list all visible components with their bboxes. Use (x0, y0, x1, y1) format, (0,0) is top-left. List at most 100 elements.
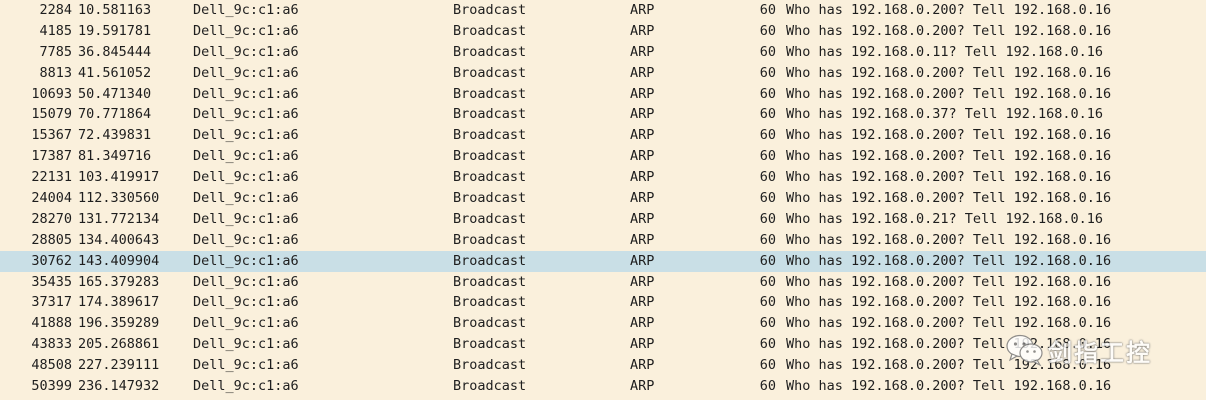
packet-length: 60 (759, 127, 776, 144)
packet-length: 60 (759, 85, 776, 102)
packet-info: Who has 192.168.0.200? Tell 192.168.0.16 (786, 169, 1112, 186)
packet-row[interactable]: 10693 50.471340 Dell_9c:c1:a6 Broadcast … (0, 84, 1206, 105)
packet-destination: Broadcast (453, 127, 527, 144)
packet-number: 4185 (39, 22, 72, 39)
packet-number: 37317 (31, 294, 72, 311)
packet-source: Dell_9c:c1:a6 (193, 378, 299, 395)
packet-source: Dell_9c:c1:a6 (193, 252, 299, 269)
packet-row[interactable]: 15079 70.771864 Dell_9c:c1:a6 Broadcast … (0, 104, 1206, 125)
packet-time: 196.359289 (78, 315, 160, 332)
packet-time: 174.389617 (78, 294, 160, 311)
packet-source: Dell_9c:c1:a6 (193, 85, 299, 102)
packet-protocol: ARP (630, 127, 655, 144)
packet-destination: Broadcast (453, 43, 527, 60)
packet-length: 60 (759, 378, 776, 395)
packet-number: 8813 (39, 64, 72, 81)
packet-source: Dell_9c:c1:a6 (193, 64, 299, 81)
packet-time: 236.147932 (78, 378, 160, 395)
packet-destination: Broadcast (453, 169, 527, 186)
packet-destination: Broadcast (453, 85, 527, 102)
packet-protocol: ARP (630, 273, 655, 290)
packet-time: 72.439831 (78, 127, 152, 144)
packet-row[interactable]: 2284 10.581163 Dell_9c:c1:a6 Broadcast A… (0, 0, 1206, 21)
packet-protocol: ARP (630, 64, 655, 81)
packet-destination: Broadcast (453, 294, 527, 311)
packet-row[interactable]: 35435 165.379283 Dell_9c:c1:a6 Broadcast… (0, 272, 1206, 293)
packet-protocol: ARP (630, 106, 655, 123)
packet-row[interactable]: 7785 36.845444 Dell_9c:c1:a6 Broadcast A… (0, 42, 1206, 63)
packet-protocol: ARP (630, 231, 655, 248)
packet-number: 17387 (31, 148, 72, 165)
packet-row[interactable]: 8813 41.561052 Dell_9c:c1:a6 Broadcast A… (0, 63, 1206, 84)
packet-number: 30762 (31, 252, 72, 269)
packet-protocol: ARP (630, 315, 655, 332)
wechat-icon (1006, 334, 1043, 367)
packet-number: 48508 (31, 357, 72, 374)
packet-number: 28805 (31, 231, 72, 248)
packet-source: Dell_9c:c1:a6 (193, 106, 299, 123)
packet-source: Dell_9c:c1:a6 (193, 357, 299, 374)
packet-source: Dell_9c:c1:a6 (193, 22, 299, 39)
packet-time: 143.409904 (78, 252, 160, 269)
packet-number: 24004 (31, 190, 72, 207)
packet-info: Who has 192.168.0.200? Tell 192.168.0.16 (786, 378, 1112, 395)
packet-protocol: ARP (630, 169, 655, 186)
packet-row[interactable]: 24004 112.330560 Dell_9c:c1:a6 Broadcast… (0, 188, 1206, 209)
packet-destination: Broadcast (453, 106, 527, 123)
packet-length: 60 (759, 315, 776, 332)
packet-time: 205.268861 (78, 336, 160, 353)
packet-source: Dell_9c:c1:a6 (193, 294, 299, 311)
packet-number: 7785 (39, 43, 72, 60)
packet-number: 2284 (39, 2, 72, 18)
packet-length: 60 (759, 190, 776, 207)
packet-number: 22131 (31, 169, 72, 186)
packet-source: Dell_9c:c1:a6 (193, 190, 299, 207)
packet-length: 60 (759, 336, 776, 353)
packet-row[interactable]: 15367 72.439831 Dell_9c:c1:a6 Broadcast … (0, 125, 1206, 146)
packet-time: 112.330560 (78, 190, 160, 207)
packet-info: Who has 192.168.0.200? Tell 192.168.0.16 (786, 2, 1112, 18)
packet-destination: Broadcast (453, 22, 527, 39)
packet-row[interactable]: 37317 174.389617 Dell_9c:c1:a6 Broadcast… (0, 292, 1206, 313)
packet-time: 50.471340 (78, 85, 152, 102)
packet-source: Dell_9c:c1:a6 (193, 315, 299, 332)
packet-number: 43833 (31, 336, 72, 353)
packet-info: Who has 192.168.0.200? Tell 192.168.0.16 (786, 85, 1112, 102)
packet-row-selected[interactable]: 30762 143.409904 Dell_9c:c1:a6 Broadcast… (0, 250, 1206, 272)
packet-row[interactable]: 50399 236.147932 Dell_9c:c1:a6 Broadcast… (0, 376, 1206, 397)
packet-source: Dell_9c:c1:a6 (193, 148, 299, 165)
packet-length: 60 (759, 252, 776, 269)
packet-row[interactable]: 17387 81.349716 Dell_9c:c1:a6 Broadcast … (0, 146, 1206, 167)
packet-info: Who has 192.168.0.200? Tell 192.168.0.16 (786, 252, 1112, 269)
packet-protocol: ARP (630, 210, 655, 227)
packet-destination: Broadcast (453, 210, 527, 227)
packet-time: 134.400643 (78, 231, 160, 248)
packet-destination: Broadcast (453, 64, 527, 81)
packet-length: 60 (759, 273, 776, 290)
packet-protocol: ARP (630, 378, 655, 395)
packet-source: Dell_9c:c1:a6 (193, 127, 299, 144)
packet-row[interactable]: 28805 134.400643 Dell_9c:c1:a6 Broadcast… (0, 230, 1206, 251)
packet-destination: Broadcast (453, 315, 527, 332)
packet-destination: Broadcast (453, 273, 527, 290)
packet-row[interactable]: 28270 131.772134 Dell_9c:c1:a6 Broadcast… (0, 209, 1206, 230)
packet-row[interactable]: 4185 19.591781 Dell_9c:c1:a6 Broadcast A… (0, 21, 1206, 42)
packet-info: Who has 192.168.0.11? Tell 192.168.0.16 (786, 43, 1103, 60)
packet-protocol: ARP (630, 85, 655, 102)
packet-source: Dell_9c:c1:a6 (193, 231, 299, 248)
packet-number: 15367 (31, 127, 72, 144)
packet-destination: Broadcast (453, 357, 527, 374)
packet-row[interactable]: 22131 103.419917 Dell_9c:c1:a6 Broadcast… (0, 167, 1206, 188)
packet-source: Dell_9c:c1:a6 (193, 2, 299, 18)
packet-time: 103.419917 (78, 169, 160, 186)
packet-time: 227.239111 (78, 357, 160, 374)
packet-length: 60 (759, 64, 776, 81)
packet-length: 60 (759, 169, 776, 186)
packet-destination: Broadcast (453, 148, 527, 165)
packet-time: 70.771864 (78, 106, 152, 123)
packet-length: 60 (759, 210, 776, 227)
packet-destination: Broadcast (453, 336, 527, 353)
packet-destination: Broadcast (453, 2, 527, 18)
packet-source: Dell_9c:c1:a6 (193, 210, 299, 227)
packet-number: 50399 (31, 378, 72, 395)
